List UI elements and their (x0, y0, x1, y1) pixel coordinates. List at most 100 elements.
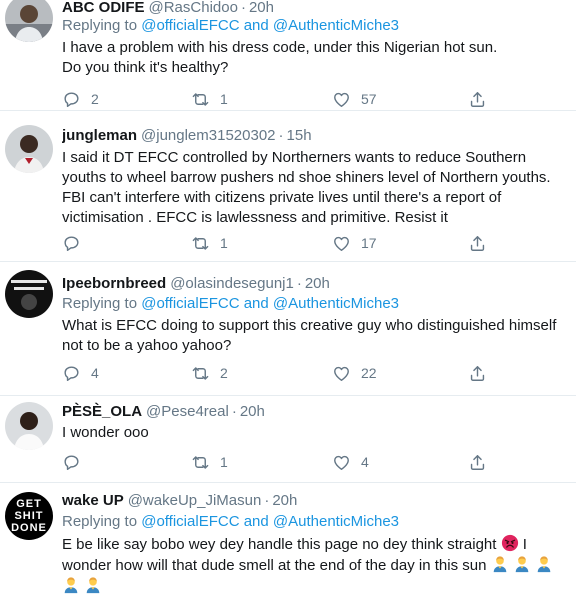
reply-icon (62, 453, 81, 472)
display-name[interactable]: PÈSÈ_OLA (62, 403, 142, 420)
share-icon (468, 453, 487, 472)
like-button[interactable]: 4 (332, 451, 369, 473)
reply-button[interactable]: 4 (62, 362, 99, 384)
mention-link[interactable]: @AuthenticMiche3 (273, 17, 399, 34)
display-name[interactable]: ABC ODIFE (62, 0, 145, 16)
tweet-abc-odife[interactable]: ABC ODIFE @RasChidoo · 20h Replying to @off… (0, 0, 576, 111)
reply-button[interactable] (62, 232, 91, 254)
like-count: 4 (361, 454, 369, 470)
avatar[interactable] (5, 125, 53, 173)
reply-count: 2 (91, 91, 99, 107)
reply-button[interactable] (62, 451, 91, 473)
tweet-header: wake UP @wakeUp_JiMasun · 20h (62, 491, 570, 511)
avatar-text-line: GET (16, 498, 42, 510)
heart-icon (332, 453, 351, 472)
retweet-count: 1 (220, 235, 228, 251)
tweet-text: I said it DT EFCC controlled by Northern… (62, 149, 551, 226)
retweet-count: 2 (220, 365, 228, 381)
retweet-button[interactable]: 2 (191, 362, 228, 384)
user-handle[interactable]: @olasindesegunj1 (170, 275, 294, 292)
and-text[interactable]: and (244, 17, 269, 34)
tweet-header: PÈSÈ_OLA @Pese4real · 20h (62, 402, 570, 422)
timestamp[interactable]: 20h (272, 492, 297, 509)
tweet-actions: 4 2 22 (62, 362, 570, 384)
mention-link[interactable]: @AuthenticMiche3 (273, 295, 399, 312)
separator-dot: · (278, 127, 284, 144)
retweet-button[interactable]: 1 (191, 88, 228, 110)
avatar-text-line: DONE (11, 522, 47, 534)
user-handle[interactable]: @junglem31520302 (141, 127, 276, 144)
angry-face-emoji-icon (501, 534, 519, 552)
tweet-actions: 1 17 (62, 232, 570, 254)
mention-link[interactable]: @AuthenticMiche3 (273, 513, 399, 530)
tweet-text-line: wonder how will that dude smell at the e… (62, 557, 487, 574)
reply-icon (62, 364, 81, 383)
person-shrugging-emoji-icon (62, 576, 80, 594)
timestamp[interactable]: 20h (249, 0, 274, 16)
replying-to: Replying to @officialEFCC and @Authentic… (62, 16, 570, 36)
replying-prefix: Replying to (62, 513, 138, 530)
tweet-pese-ola[interactable]: PÈSÈ_OLA @Pese4real · 20h I wonder ooo 1 4 (0, 396, 576, 483)
tweet-wake-up[interactable]: GET SHIT DONE wake UP @wakeUp_JiMasun · 20h… (0, 483, 576, 596)
replying-prefix: Replying to (62, 295, 138, 312)
timestamp[interactable]: 15h (287, 127, 312, 144)
retweet-icon (191, 453, 210, 472)
mention-link[interactable]: @officialEFCC (141, 17, 239, 34)
avatar[interactable] (5, 270, 53, 318)
share-icon (468, 364, 487, 383)
user-handle[interactable]: @Pese4real (146, 403, 229, 420)
display-name[interactable]: Ipeebornbreed (62, 275, 166, 292)
mention-link[interactable]: @officialEFCC (141, 295, 239, 312)
reply-count: 4 (91, 365, 99, 381)
share-button[interactable] (468, 451, 487, 473)
user-handle[interactable]: @RasChidoo (149, 0, 238, 16)
like-count: 57 (361, 91, 377, 107)
reply-icon (62, 90, 81, 109)
like-button[interactable]: 22 (332, 362, 377, 384)
share-button[interactable] (468, 88, 487, 110)
avatar-text-line: SHIT (14, 510, 44, 522)
retweet-icon (191, 234, 210, 253)
share-button[interactable] (468, 232, 487, 254)
retweet-icon (191, 364, 210, 383)
heart-icon (332, 234, 351, 253)
and-text[interactable]: and (244, 513, 269, 530)
share-icon (468, 90, 487, 109)
retweet-icon (191, 90, 210, 109)
reply-button[interactable]: 2 (62, 88, 99, 110)
tweet-actions: 2 1 57 (62, 88, 570, 110)
display-name[interactable]: wake UP (62, 492, 124, 509)
tweet-text: I wonder ooo (62, 424, 149, 441)
timestamp[interactable]: 20h (240, 403, 265, 420)
and-text[interactable]: and (244, 295, 269, 312)
like-button[interactable]: 57 (332, 88, 377, 110)
reply-icon (62, 234, 81, 253)
retweet-button[interactable]: 1 (191, 451, 228, 473)
separator-dot: · (296, 275, 302, 292)
like-button[interactable]: 17 (332, 232, 377, 254)
tweet-text-line-end: I (522, 536, 527, 553)
timestamp[interactable]: 20h (305, 275, 330, 292)
avatar[interactable] (5, 402, 53, 450)
retweet-button[interactable]: 1 (191, 232, 228, 254)
heart-icon (332, 364, 351, 383)
mention-link[interactable]: @officialEFCC (141, 513, 239, 530)
display-name[interactable]: jungleman (62, 127, 137, 144)
tweet-text: E be like say bobo wey dey handle this p… (62, 534, 570, 597)
avatar[interactable] (5, 0, 53, 42)
like-count: 17 (361, 235, 377, 251)
tweet-text-line: E be like say bobo wey dey handle this p… (62, 536, 497, 553)
retweet-count: 1 (220, 454, 228, 470)
tweet-jungleman[interactable]: jungleman @junglem31520302 · 15h I said it … (0, 111, 576, 262)
retweet-count: 1 (220, 91, 228, 107)
replying-to: Replying to @officialEFCC and @Authentic… (62, 294, 570, 314)
separator-dot: · (240, 0, 246, 16)
replying-to: Replying to @officialEFCC and @Authentic… (62, 512, 570, 532)
tweet-ipeebornbreed[interactable]: Ipeebornbreed @olasindesegunj1 · 20h Replyi… (0, 262, 576, 396)
heart-icon (332, 90, 351, 109)
tweet-text: What is EFCC doing to support this creat… (62, 317, 557, 354)
avatar[interactable]: GET SHIT DONE (5, 492, 53, 540)
user-handle[interactable]: @wakeUp_JiMasun (128, 492, 262, 509)
share-button[interactable] (468, 362, 487, 384)
separator-dot: · (231, 403, 237, 420)
